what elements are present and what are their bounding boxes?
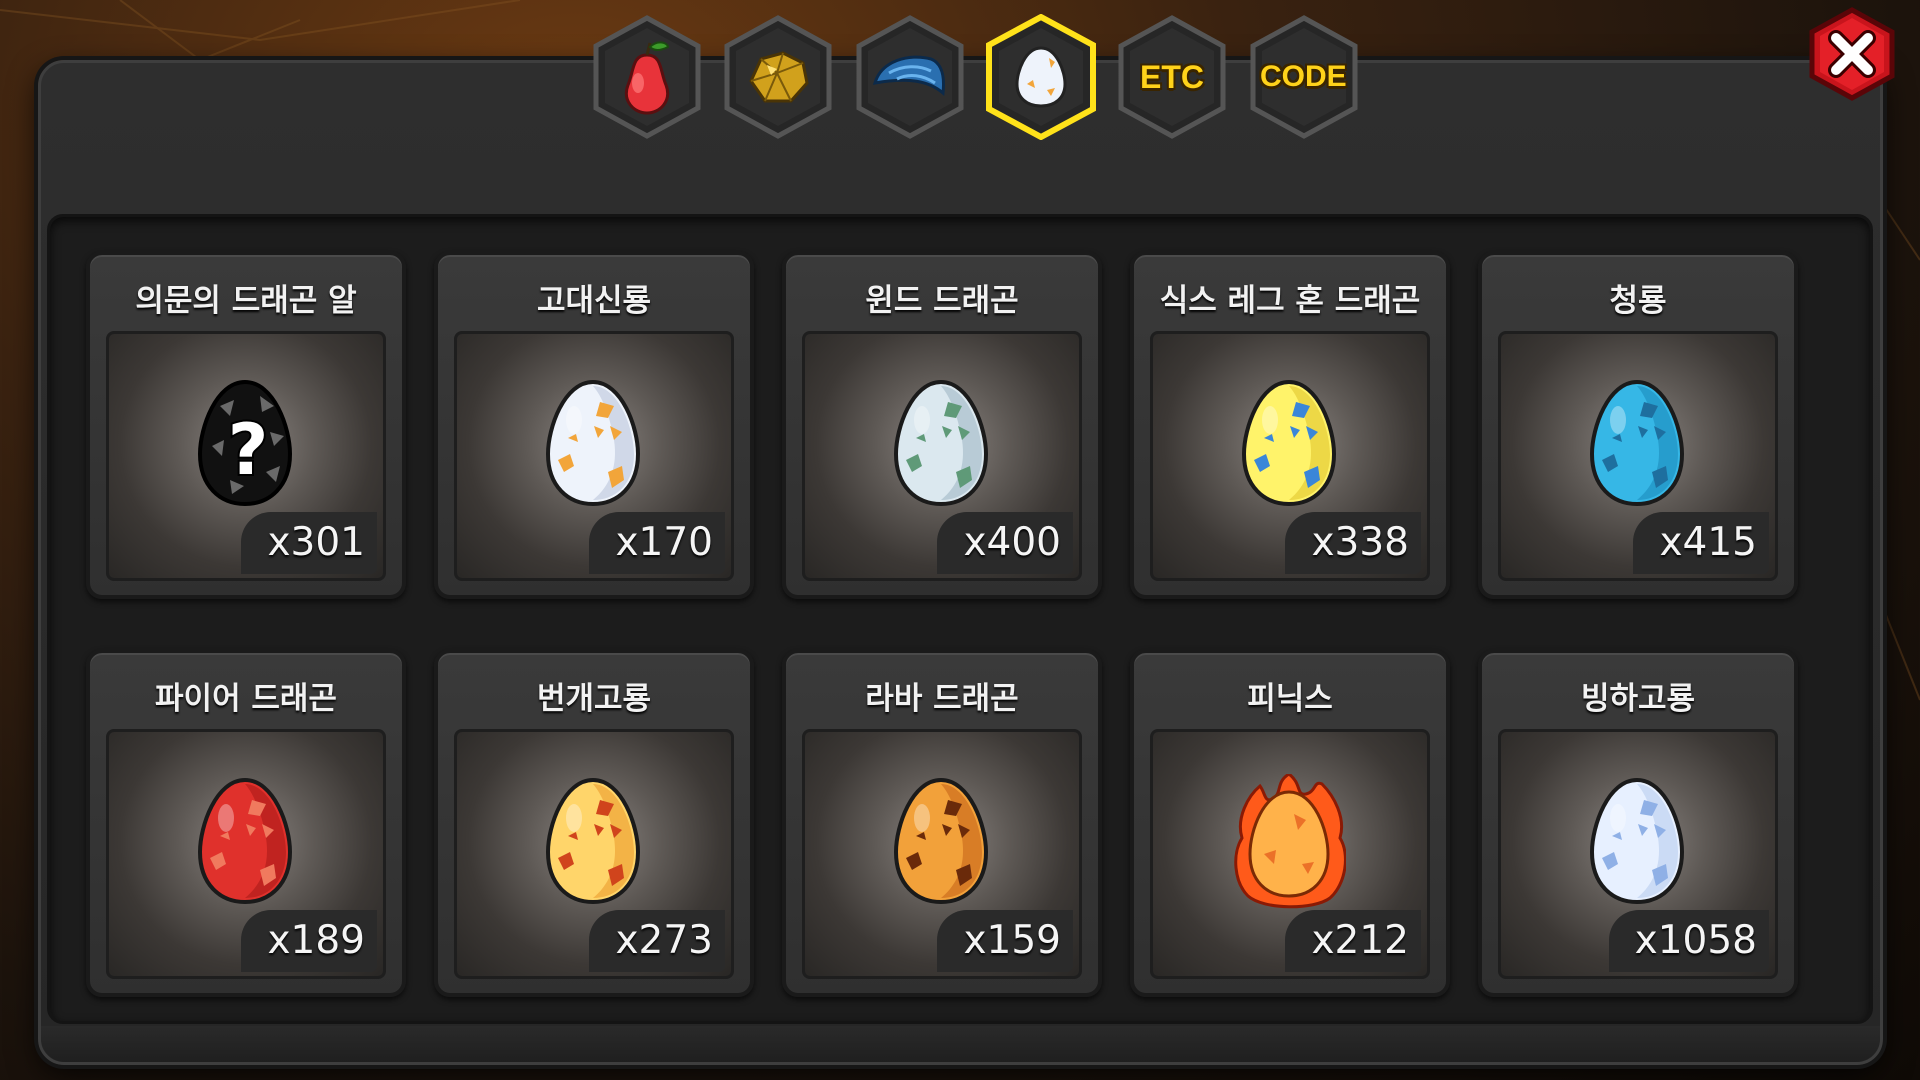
close-button[interactable]: [1804, 6, 1900, 102]
tab-etc[interactable]: ETC: [1115, 14, 1228, 140]
item-image-frame: x400: [802, 331, 1082, 581]
dragon-egg-icon: [190, 774, 302, 914]
category-tabs: ETC CODE: [590, 14, 1360, 144]
item-image-frame: x159: [802, 729, 1082, 979]
item-count: x400: [937, 512, 1073, 574]
item-name: 피닉스: [1247, 681, 1333, 717]
item-count: x273: [589, 910, 725, 972]
tab-code-label: CODE: [1259, 60, 1347, 93]
item-count: x1058: [1608, 910, 1769, 972]
item-name: 빙하고룡: [1580, 681, 1696, 717]
tab-ore[interactable]: [721, 14, 834, 140]
item-card[interactable]: 라바 드래곤 x159: [782, 649, 1102, 997]
tab-scale[interactable]: [853, 14, 966, 140]
egg-icon: [984, 14, 1097, 140]
item-count: x301: [241, 512, 377, 574]
gold-ore-icon: [721, 14, 834, 140]
item-count: x189: [241, 910, 377, 972]
tab-egg[interactable]: [984, 14, 1097, 140]
item-card[interactable]: 청룡 x415: [1478, 251, 1798, 599]
dragon-egg-icon: [538, 774, 650, 914]
item-count: x338: [1285, 512, 1421, 574]
red-pear-fruit-icon: [590, 14, 703, 140]
item-card[interactable]: 피닉스 x212: [1130, 649, 1450, 997]
item-name: 윈드 드래곤: [865, 283, 1019, 319]
item-card[interactable]: 파이어 드래곤 x189: [86, 649, 406, 997]
item-card[interactable]: 의문의 드래곤 알 ? x301: [86, 251, 406, 599]
item-image-frame: x189: [106, 729, 386, 979]
item-card[interactable]: 빙하고룡 x1058: [1478, 649, 1798, 997]
item-card[interactable]: 번개고룡 x273: [434, 649, 754, 997]
item-image-frame: x170: [454, 331, 734, 581]
item-count: x415: [1633, 512, 1769, 574]
item-card[interactable]: 고대신룡 x170: [434, 251, 754, 599]
item-image-frame: ? x301: [106, 331, 386, 581]
tab-fruit[interactable]: [590, 14, 703, 140]
item-image-frame: x415: [1498, 331, 1778, 581]
item-name: 파이어 드래곤: [155, 681, 337, 717]
item-name: 고대신룡: [536, 283, 652, 319]
item-image-frame: x273: [454, 729, 734, 979]
tab-etc-label: ETC: [1139, 58, 1204, 95]
item-name: 의문의 드래곤 알: [135, 283, 357, 319]
dragon-egg-icon: [1582, 774, 1694, 914]
dragon-egg-icon: [886, 376, 998, 516]
dragon-egg-icon: [1234, 376, 1346, 516]
dragon-egg-icon: [886, 774, 998, 914]
tab-code[interactable]: CODE: [1247, 14, 1360, 140]
item-image-frame: x1058: [1498, 729, 1778, 979]
mystery-egg-icon: ?: [190, 376, 302, 516]
item-name: 식스 레그 혼 드래곤: [1159, 283, 1421, 319]
item-image-frame: x212: [1150, 729, 1430, 979]
item-count: x170: [589, 512, 725, 574]
item-card[interactable]: 윈드 드래곤 x400: [782, 251, 1102, 599]
item-count: x212: [1285, 910, 1421, 972]
item-name: 번개고룡: [536, 681, 652, 717]
item-image-frame: x338: [1150, 331, 1430, 581]
item-name: 청룡: [1609, 283, 1667, 319]
dragon-egg-icon: [1582, 376, 1694, 516]
flame-egg-icon: [1234, 772, 1347, 914]
svg-text:?: ?: [228, 409, 269, 491]
item-grid: 의문의 드래곤 알 ? x301 고대신룡 x170 윈드 드래곤 x400 식스 레그…: [47, 214, 1873, 1024]
item-name: 라바 드래곤: [865, 681, 1019, 717]
item-card[interactable]: 식스 레그 혼 드래곤 x338: [1130, 251, 1450, 599]
close-icon: [1809, 7, 1895, 101]
item-count: x159: [937, 910, 1073, 972]
dragon-egg-icon: [538, 376, 650, 516]
blue-scale-icon: [853, 14, 966, 140]
